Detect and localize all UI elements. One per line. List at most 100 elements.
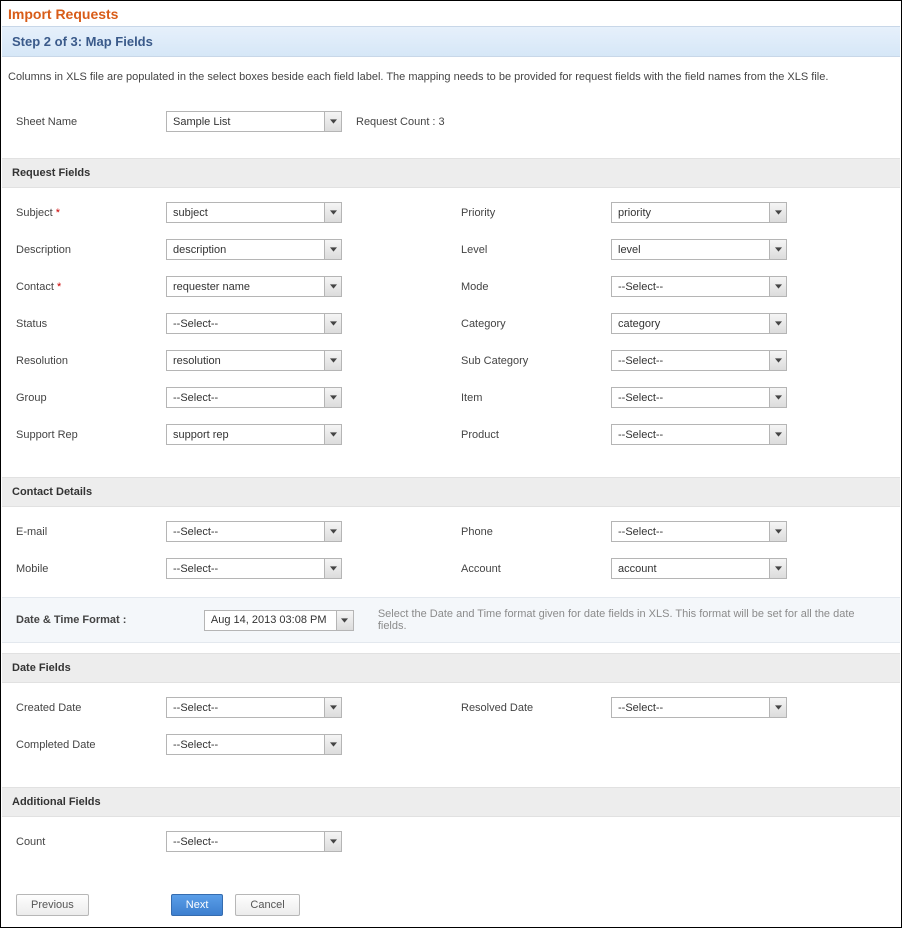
e-mail-label: E-mail [16, 526, 166, 538]
e-mail-select[interactable]: --Select-- [166, 521, 342, 542]
date-time-section: Date & Time Format : Aug 14, 2013 03:08 … [2, 597, 900, 643]
category-select[interactable]: category [611, 313, 787, 334]
description-value: description [173, 244, 226, 256]
contact-details-heading: Contact Details [2, 477, 900, 507]
description-select[interactable]: description [166, 239, 342, 260]
chevron-down-icon [324, 559, 341, 578]
sheet-name-label: Sheet Name [16, 116, 166, 128]
cancel-button[interactable]: Cancel [235, 894, 299, 916]
resolved-date-value: --Select-- [618, 702, 663, 714]
date-time-label: Date & Time Format : [16, 614, 180, 626]
chevron-down-icon [769, 425, 786, 444]
count-value: --Select-- [173, 836, 218, 848]
account-select[interactable]: account [611, 558, 787, 579]
completed-date-value: --Select-- [173, 739, 218, 751]
created-date-select[interactable]: --Select-- [166, 697, 342, 718]
sub-category-label: Sub Category [461, 355, 611, 367]
chevron-down-icon [336, 611, 353, 630]
resolution-label: Resolution [16, 355, 166, 367]
chevron-down-icon [324, 314, 341, 333]
contact-select[interactable]: requester name [166, 276, 342, 297]
group-select[interactable]: --Select-- [166, 387, 342, 408]
chevron-down-icon [324, 698, 341, 717]
previous-button[interactable]: Previous [16, 894, 89, 916]
created-date-label: Created Date [16, 702, 166, 714]
phone-label: Phone [461, 526, 611, 538]
required-mark: * [57, 281, 61, 293]
resolved-date-select[interactable]: --Select-- [611, 697, 787, 718]
chevron-down-icon [324, 277, 341, 296]
resolution-select[interactable]: resolution [166, 350, 342, 371]
priority-select[interactable]: priority [611, 202, 787, 223]
chevron-down-icon [324, 735, 341, 754]
chevron-down-icon [324, 351, 341, 370]
support-rep-label: Support Rep [16, 429, 166, 441]
chevron-down-icon [324, 203, 341, 222]
count-select[interactable]: --Select-- [166, 831, 342, 852]
product-select[interactable]: --Select-- [611, 424, 787, 445]
level-label: Level [461, 244, 611, 256]
item-select[interactable]: --Select-- [611, 387, 787, 408]
chevron-down-icon [769, 559, 786, 578]
phone-select[interactable]: --Select-- [611, 521, 787, 542]
date-fields-heading: Date Fields [2, 653, 900, 683]
request-fields-heading: Request Fields [2, 158, 900, 188]
group-label: Group [16, 392, 166, 404]
subject-select[interactable]: subject [166, 202, 342, 223]
mode-value: --Select-- [618, 281, 663, 293]
chevron-down-icon [324, 388, 341, 407]
created-date-value: --Select-- [173, 702, 218, 714]
product-value: --Select-- [618, 429, 663, 441]
contact-label: Contact * [16, 281, 166, 293]
category-label: Category [461, 318, 611, 330]
chevron-down-icon [769, 698, 786, 717]
priority-value: priority [618, 207, 651, 219]
date-time-value: Aug 14, 2013 03:08 PM [211, 614, 327, 626]
instructions-text: Columns in XLS file are populated in the… [2, 57, 900, 107]
e-mail-value: --Select-- [173, 526, 218, 538]
required-mark: * [56, 207, 60, 219]
support-rep-select[interactable]: support rep [166, 424, 342, 445]
chevron-down-icon [769, 388, 786, 407]
step-header: Step 2 of 3: Map Fields [2, 26, 900, 57]
next-button[interactable]: Next [171, 894, 224, 916]
subject-value: subject [173, 207, 208, 219]
level-value: level [618, 244, 641, 256]
level-select[interactable]: level [611, 239, 787, 260]
status-value: --Select-- [173, 318, 218, 330]
status-select[interactable]: --Select-- [166, 313, 342, 334]
chevron-down-icon [324, 240, 341, 259]
status-label: Status [16, 318, 166, 330]
account-label: Account [461, 563, 611, 575]
chevron-down-icon [324, 112, 341, 131]
chevron-down-icon [324, 425, 341, 444]
group-value: --Select-- [173, 392, 218, 404]
chevron-down-icon [769, 314, 786, 333]
chevron-down-icon [769, 203, 786, 222]
sheet-name-select[interactable]: Sample List [166, 111, 342, 132]
sub-category-select[interactable]: --Select-- [611, 350, 787, 371]
item-value: --Select-- [618, 392, 663, 404]
mobile-select[interactable]: --Select-- [166, 558, 342, 579]
additional-fields-heading: Additional Fields [2, 787, 900, 817]
sheet-name-value: Sample List [173, 116, 230, 128]
button-row: Previous Next Cancel [2, 884, 900, 926]
item-label: Item [461, 392, 611, 404]
chevron-down-icon [324, 832, 341, 851]
date-time-select[interactable]: Aug 14, 2013 03:08 PM [204, 610, 354, 631]
chevron-down-icon [769, 351, 786, 370]
mode-select[interactable]: --Select-- [611, 276, 787, 297]
account-value: account [618, 563, 657, 575]
resolved-date-label: Resolved Date [461, 702, 611, 714]
date-time-help: Select the Date and Time format given fo… [378, 608, 886, 632]
completed-date-select[interactable]: --Select-- [166, 734, 342, 755]
support-rep-value: support rep [173, 429, 229, 441]
request-count: Request Count : 3 [356, 116, 445, 128]
chevron-down-icon [769, 522, 786, 541]
mode-label: Mode [461, 281, 611, 293]
description-label: Description [16, 244, 166, 256]
sub-category-value: --Select-- [618, 355, 663, 367]
completed-date-label: Completed Date [16, 739, 166, 751]
category-value: category [618, 318, 660, 330]
contact-value: requester name [173, 281, 250, 293]
